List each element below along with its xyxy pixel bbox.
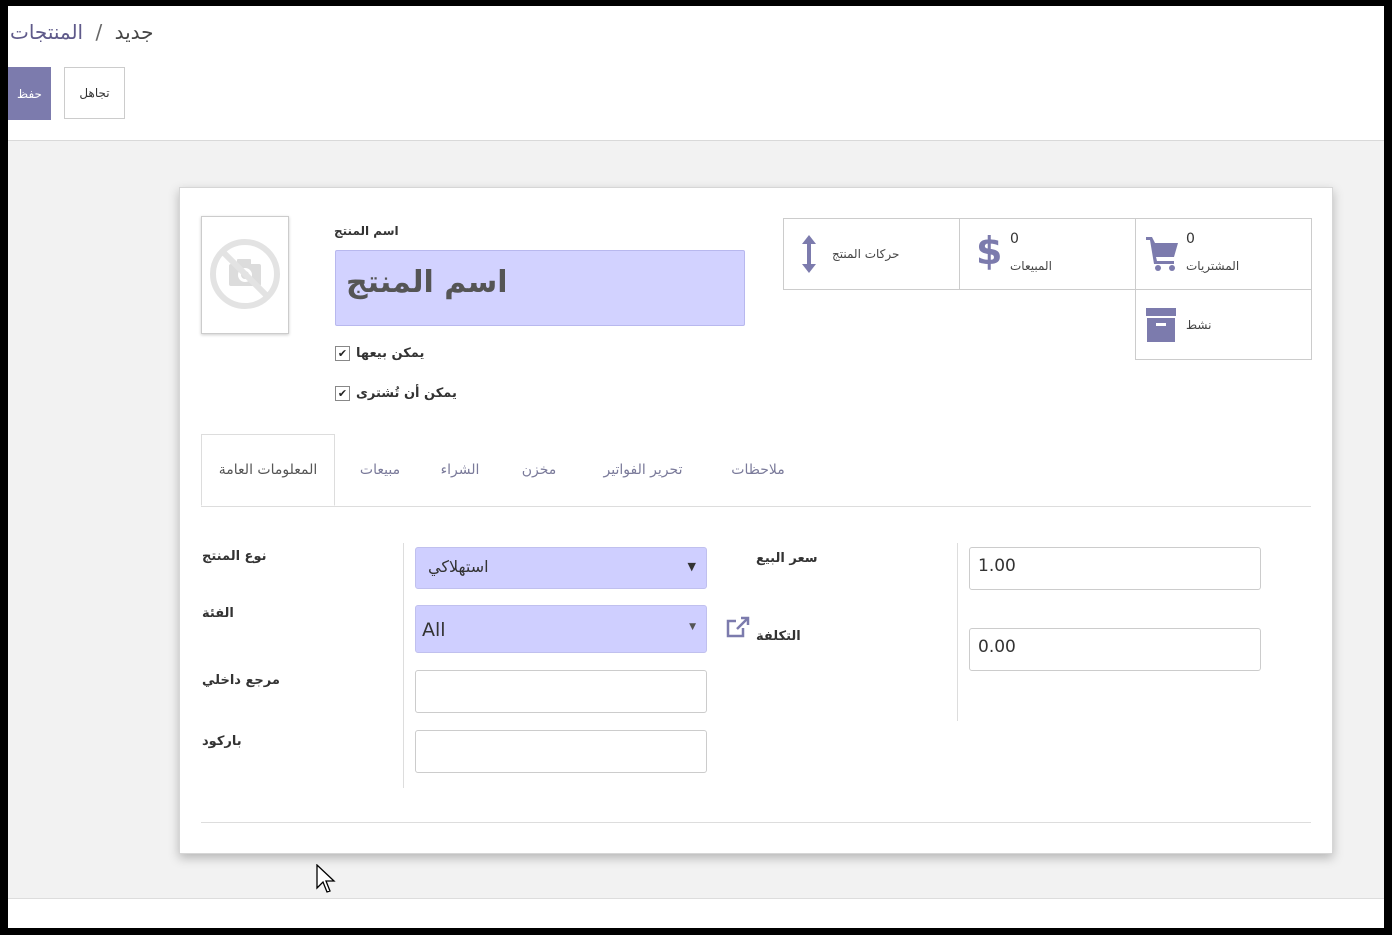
dropdown-arrow-icon: ▼: [687, 560, 696, 573]
sale-price-label: سعر البيع: [756, 551, 818, 566]
breadcrumb: جديد / المنتجات: [10, 20, 154, 44]
can-be-sold-checkbox[interactable]: ✔: [335, 346, 350, 361]
product-name-placeholder: اسم المنتج: [346, 265, 508, 300]
purchases-label: المشتريات: [1186, 259, 1240, 273]
discard-button[interactable]: تجاهل: [64, 67, 125, 119]
purchases-count: 0: [1186, 231, 1195, 247]
notebook-tabs: المعلومات العامة مبيعات الشراء مخزن تحري…: [201, 434, 1311, 507]
active-toggle-button[interactable]: نشط: [1135, 289, 1312, 360]
field-separator: [957, 543, 958, 721]
can-be-purchased-label: يمكن أن تُشترى: [356, 386, 457, 401]
sales-smart-button[interactable]: $ 0 المبيعات: [959, 218, 1136, 290]
cost-input[interactable]: 0.00: [969, 628, 1261, 671]
sale-price-input[interactable]: 1.00: [969, 547, 1261, 590]
category-select[interactable]: All ▼: [415, 605, 707, 653]
tab-invoicing[interactable]: تحرير الفواتير: [587, 434, 699, 506]
sales-count: 0: [1010, 231, 1019, 247]
can-be-purchased-row: ✔ يمكن أن تُشترى: [335, 386, 457, 401]
tab-sales[interactable]: مبيعات: [347, 434, 413, 506]
control-panel: جديد / المنتجات حفظ تجاهل: [8, 6, 1384, 141]
product-name-input[interactable]: اسم المنتج: [335, 250, 745, 326]
internal-ref-input[interactable]: [415, 670, 707, 713]
category-label: الفئة: [202, 606, 234, 621]
dollar-icon: $: [976, 229, 1003, 273]
moves-smart-button[interactable]: حركات المنتج: [783, 218, 960, 290]
purchases-smart-button[interactable]: 0 المشتريات: [1135, 218, 1312, 290]
tab-purchase[interactable]: الشراء: [425, 434, 495, 506]
no-camera-icon: [210, 239, 280, 309]
bottom-strip: [8, 898, 1384, 928]
dropdown-arrow-icon: ▼: [689, 622, 696, 632]
category-value: All: [422, 619, 446, 641]
tab-inventory[interactable]: مخزن: [507, 434, 571, 506]
can-be-sold-row: ✔ يمكن بيعها: [335, 346, 424, 361]
internal-ref-label: مرجع داخلي: [202, 673, 280, 688]
sheet-footer-divider: [201, 822, 1311, 823]
moves-label: حركات المنتج: [832, 247, 900, 261]
external-link-icon[interactable]: [725, 615, 751, 639]
barcode-input[interactable]: [415, 730, 707, 773]
tab-notes[interactable]: ملاحظات: [713, 434, 803, 506]
archive-icon: [1146, 308, 1176, 342]
form-sheet: اسم المنتج اسم المنتج ✔ يمكن بيعها ✔ يمك…: [179, 187, 1333, 854]
sales-label: المبيعات: [1010, 259, 1052, 273]
product-type-select[interactable]: استهلاكي ▼: [415, 547, 707, 589]
active-label: نشط: [1186, 318, 1212, 332]
tab-general-info[interactable]: المعلومات العامة: [201, 434, 335, 506]
breadcrumb-current: جديد: [114, 20, 154, 44]
product-type-label: نوع المنتج: [202, 549, 267, 564]
arrows-vertical-icon: [802, 235, 816, 273]
product-type-value: استهلاكي: [428, 557, 489, 576]
can-be-sold-label: يمكن بيعها: [356, 346, 425, 361]
field-separator: [403, 543, 404, 788]
save-button[interactable]: حفظ: [8, 67, 51, 120]
product-image[interactable]: [201, 216, 289, 334]
app-window: جديد / المنتجات حفظ تجاهل اسم المنتج اسم…: [8, 6, 1384, 928]
mouse-cursor-icon: [316, 864, 336, 893]
product-name-label: اسم المنتج: [334, 224, 399, 238]
barcode-label: باركود: [202, 734, 242, 749]
can-be-purchased-checkbox[interactable]: ✔: [335, 386, 350, 401]
breadcrumb-separator: /: [95, 20, 103, 44]
breadcrumb-parent[interactable]: المنتجات: [10, 20, 83, 44]
cart-icon: [1146, 237, 1178, 271]
cost-label: التكلفة: [756, 629, 801, 644]
